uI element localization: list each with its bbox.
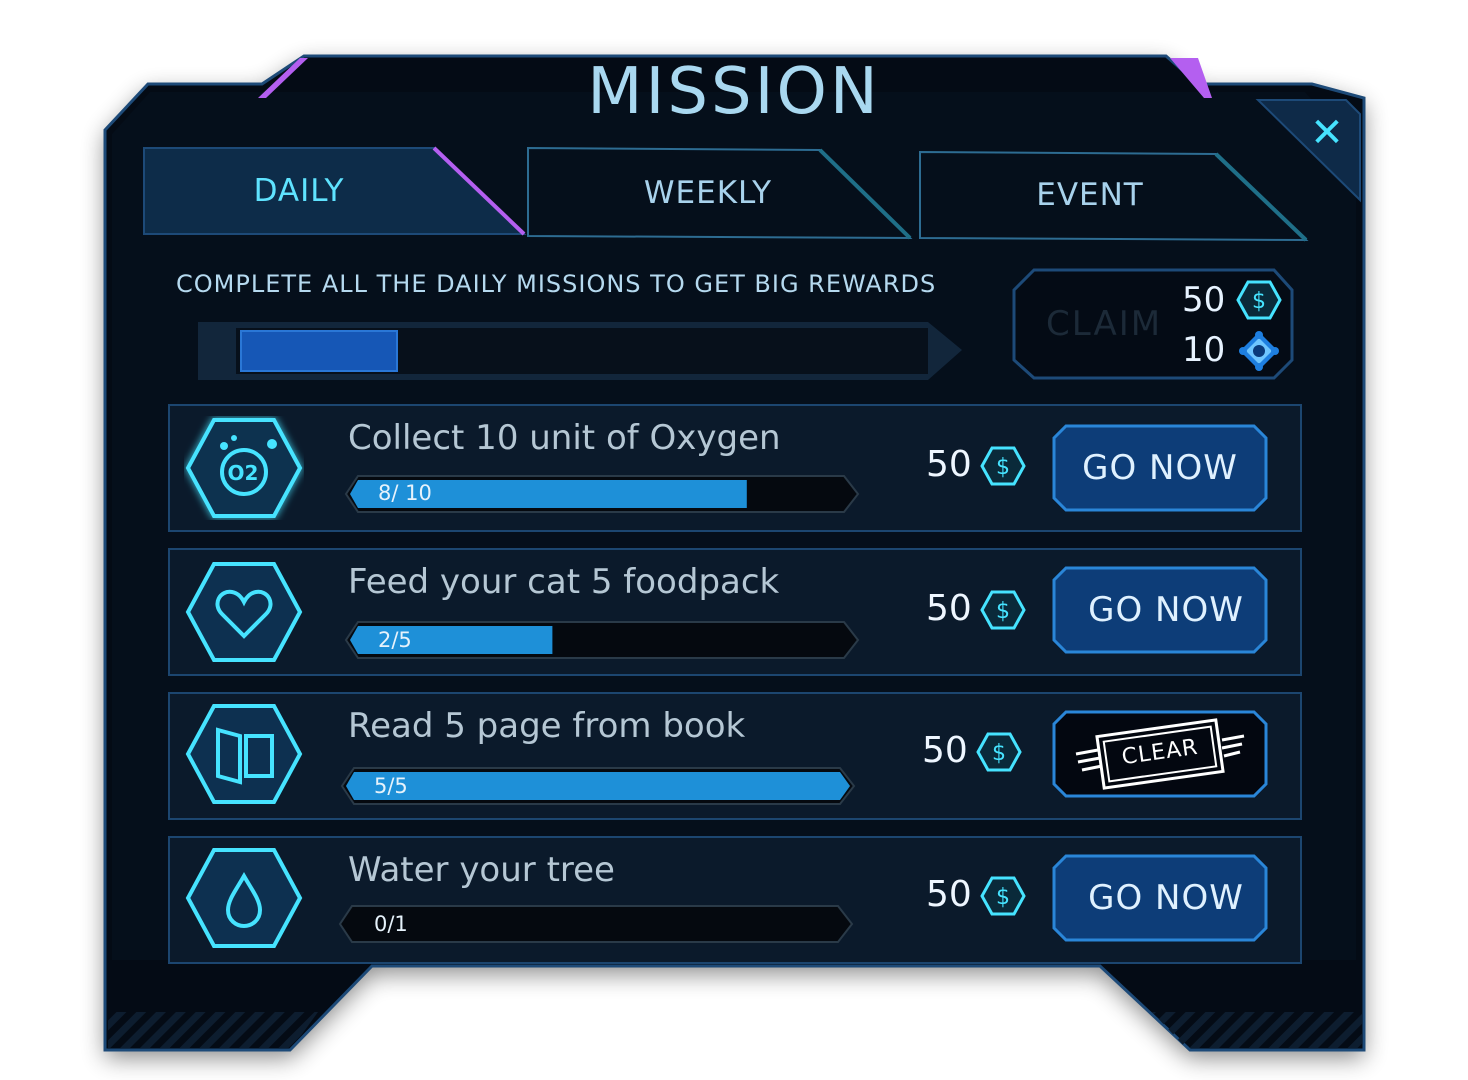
mission-title: Water your tree <box>348 850 615 890</box>
mission-reward-amount: 50 <box>926 588 972 629</box>
coin-icon: $ <box>980 446 1026 486</box>
mission-progress-text: 8/ 10 <box>378 481 432 505</box>
gem-icon <box>1239 331 1279 371</box>
mission-title: Collect 10 unit of Oxygen <box>348 418 781 458</box>
go-now-button[interactable]: GO NOW <box>1060 568 1272 652</box>
tab-event[interactable]: EVENT <box>920 152 1260 238</box>
panel-title: MISSION <box>587 55 881 129</box>
coin-icon: $ <box>1236 280 1282 320</box>
daily-progress-fill <box>240 330 398 372</box>
mission-progress-bar <box>338 905 854 943</box>
mission-reward-amount: 50 <box>922 730 968 771</box>
claim-coin-amount: 50 <box>1182 280 1226 320</box>
mission-title: Read 5 page from book <box>348 706 746 746</box>
book-icon <box>185 704 303 804</box>
tab-weekly[interactable]: WEEKLY <box>528 150 888 236</box>
water-drop-icon <box>185 848 303 948</box>
svg-text:$: $ <box>992 741 1006 766</box>
daily-banner-text: COMPLETE ALL THE DAILY MISSIONS TO GET B… <box>176 270 937 298</box>
claim-gem-amount: 10 <box>1182 330 1226 370</box>
mission-reward-amount: 50 <box>926 874 972 915</box>
svg-text:$: $ <box>996 599 1010 624</box>
go-now-button[interactable]: GO NOW <box>1060 856 1272 940</box>
coin-icon: $ <box>980 876 1026 916</box>
mission-progress-text: 5/5 <box>374 774 408 798</box>
tab-daily[interactable]: DAILY <box>144 148 454 234</box>
claim-button[interactable]: CLAIM <box>1046 304 1162 344</box>
coin-icon: $ <box>976 732 1022 772</box>
mission-title: Feed your cat 5 foodpack <box>348 562 780 602</box>
heart-icon <box>185 562 303 662</box>
mission-progress-text: 0/1 <box>374 912 408 936</box>
mission-progress-text: 2/5 <box>378 628 412 652</box>
svg-text:$: $ <box>996 455 1010 480</box>
mission-reward-amount: 50 <box>926 444 972 485</box>
svg-text:$: $ <box>1252 289 1266 314</box>
close-icon[interactable]: ✕ <box>1298 106 1356 164</box>
svg-text:O2: O2 <box>228 461 259 485</box>
mission-progress-bar <box>340 767 856 805</box>
coin-icon: $ <box>980 590 1026 630</box>
go-now-button[interactable]: GO NOW <box>1054 426 1266 510</box>
oxygen-icon: O2 <box>185 418 303 518</box>
svg-text:$: $ <box>996 885 1010 910</box>
mission-progress-bar <box>344 621 860 659</box>
